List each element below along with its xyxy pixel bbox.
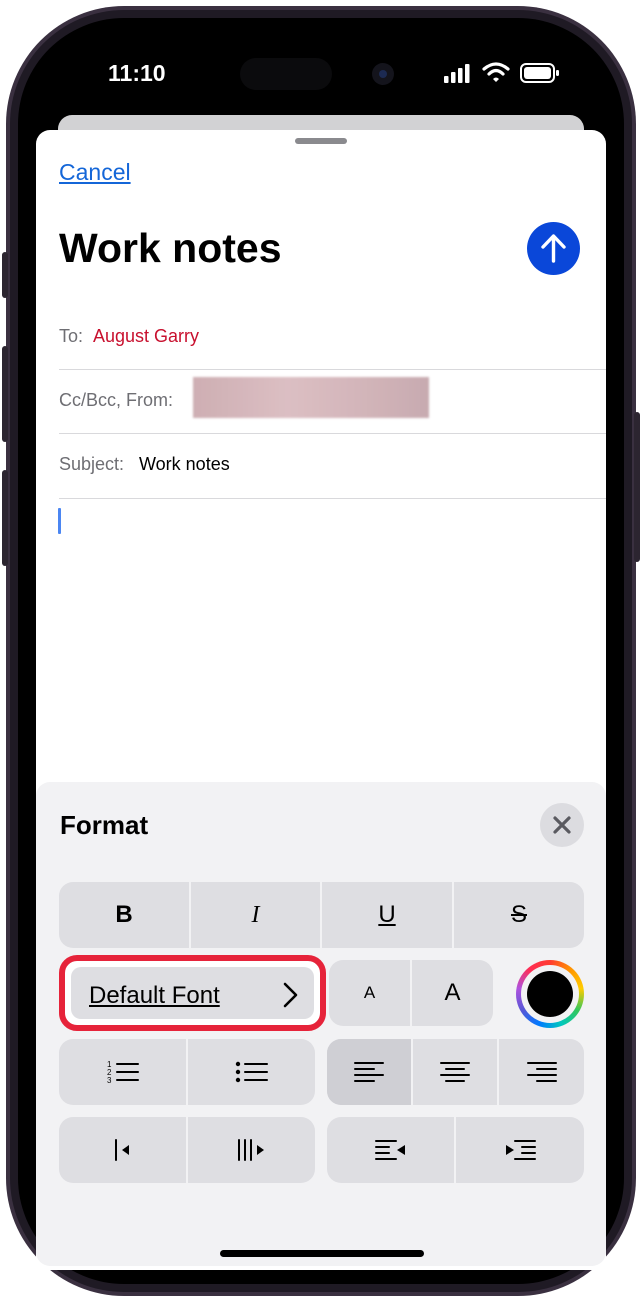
numbered-list-button[interactable]: 1 2 3 — [59, 1039, 186, 1105]
text-style-group: B I U S — [59, 882, 584, 948]
align-left-button[interactable] — [327, 1039, 411, 1105]
align-right-button[interactable] — [499, 1039, 584, 1105]
volume-up-button — [2, 346, 8, 442]
increase-font-size-button[interactable]: A — [412, 960, 493, 1026]
underline-button[interactable]: U — [322, 882, 452, 948]
indent-increase-icon — [237, 1139, 264, 1161]
bulleted-list-button[interactable] — [188, 1039, 315, 1105]
wifi-icon — [482, 62, 510, 82]
indent-group — [59, 1117, 315, 1183]
align-right-icon — [526, 1062, 557, 1082]
ccbcc-from-label: Cc/Bcc, From: — [59, 390, 174, 410]
quote-level-decrease-button[interactable] — [327, 1117, 454, 1183]
battery-icon — [520, 63, 559, 83]
divider — [59, 369, 606, 370]
subject-field[interactable]: Work notes — [139, 452, 230, 476]
bold-button[interactable]: B — [59, 882, 189, 948]
format-title: Format — [60, 810, 149, 840]
to-recipient[interactable]: August Garry — [93, 324, 199, 348]
compose-title: Work notes — [59, 225, 282, 271]
from-address-redacted[interactable] — [193, 377, 429, 418]
default-font-label: Default Font — [89, 982, 220, 1009]
action-button — [2, 252, 8, 298]
front-camera — [372, 63, 394, 85]
color-picker-button[interactable] — [516, 960, 584, 1028]
color-wheel-icon — [527, 971, 573, 1017]
list-group: 1 2 3 — [59, 1039, 315, 1105]
font-size-group: A A — [329, 960, 493, 1026]
close-format-button[interactable] — [540, 803, 584, 847]
chevron-right-icon — [283, 982, 298, 1008]
bulleted-list-icon — [235, 1061, 268, 1083]
align-left-icon — [354, 1062, 384, 1082]
quote-level-increase-button[interactable] — [456, 1117, 584, 1183]
quote-level-increase-icon — [506, 1140, 536, 1160]
indent-decrease-icon — [114, 1139, 129, 1161]
volume-down-button — [2, 470, 8, 566]
status-time: 11:10 — [108, 60, 166, 86]
send-button[interactable] — [527, 222, 580, 275]
svg-text:3: 3 — [107, 1076, 112, 1085]
side-button — [634, 412, 640, 562]
small-a-label: A — [363, 983, 376, 1002]
subject-label: Subject: — [59, 454, 125, 474]
strikethrough-button[interactable]: S — [454, 882, 584, 948]
decrease-font-size-button[interactable]: A — [329, 960, 410, 1026]
close-icon — [553, 816, 571, 834]
align-center-button[interactable] — [413, 1039, 497, 1105]
italic-button[interactable]: I — [191, 882, 320, 948]
sheet-grabber[interactable] — [295, 138, 347, 144]
underline-label: U — [378, 901, 396, 928]
indent-decrease-button[interactable] — [59, 1117, 186, 1183]
arrow-up-icon — [541, 234, 566, 263]
dynamic-island — [240, 58, 332, 90]
cellular-signal-icon — [444, 64, 470, 83]
quote-level-group — [327, 1117, 584, 1183]
strikethrough-label: S — [510, 901, 527, 928]
default-font-button[interactable]: Default Font — [59, 955, 326, 1031]
large-a-label: A — [444, 979, 461, 1006]
bold-label: B — [115, 901, 133, 928]
italic-label: I — [251, 901, 260, 928]
text-cursor — [58, 508, 61, 534]
align-center-icon — [440, 1062, 470, 1082]
quote-level-decrease-icon — [374, 1140, 405, 1160]
divider — [59, 433, 606, 434]
divider — [59, 498, 606, 499]
cancel-button[interactable]: Cancel — [59, 157, 131, 187]
numbered-list-icon: 1 2 3 — [107, 1060, 139, 1085]
alignment-group — [327, 1039, 584, 1105]
home-indicator[interactable] — [220, 1250, 424, 1257]
message-body[interactable] — [59, 500, 606, 770]
to-label: To: — [59, 326, 84, 346]
indent-increase-button[interactable] — [188, 1117, 315, 1183]
